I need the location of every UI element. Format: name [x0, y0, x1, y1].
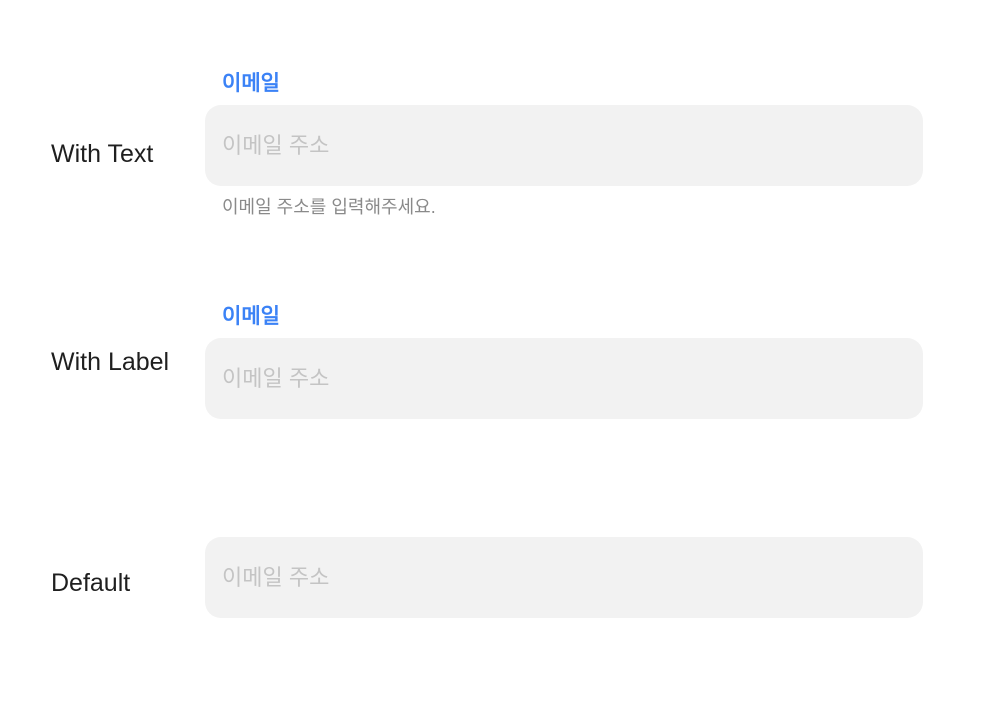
email-helper-text: 이메일 주소를 입력해주세요.: [222, 197, 436, 217]
row-label-default: Default: [51, 569, 131, 597]
email-input[interactable]: [222, 537, 902, 618]
email-input-container[interactable]: [205, 537, 923, 618]
email-input-container[interactable]: [205, 105, 923, 186]
email-field-label: 이메일: [222, 72, 280, 95]
row-label-with-text: With Text: [51, 140, 154, 168]
email-input[interactable]: [222, 105, 902, 186]
email-input-container[interactable]: [205, 338, 923, 419]
email-input[interactable]: [222, 338, 902, 419]
email-field-label: 이메일: [222, 305, 280, 328]
row-label-with-label: With Label: [51, 348, 170, 376]
